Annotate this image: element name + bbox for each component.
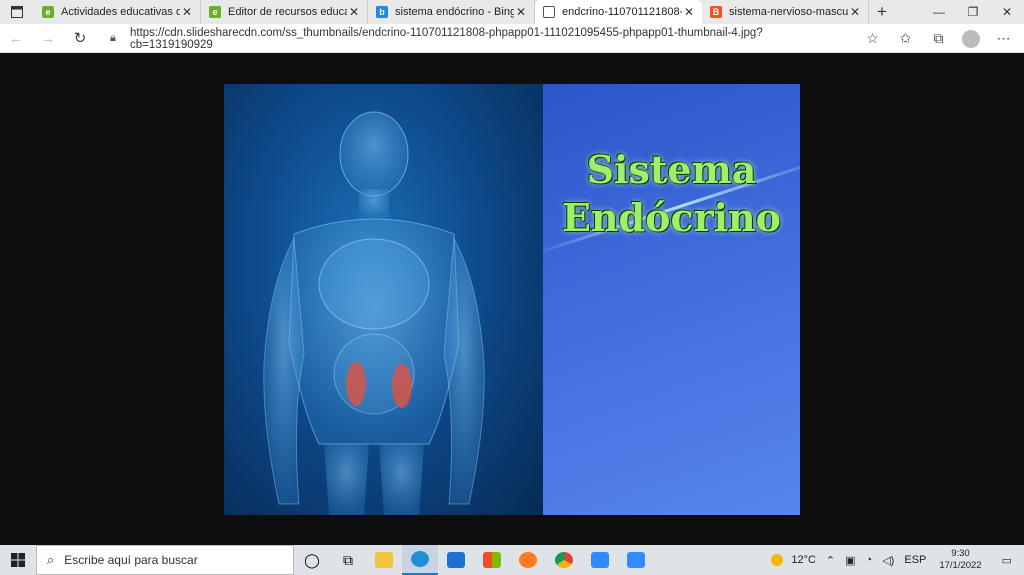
store-icon [483,552,501,568]
language-indicator[interactable]: ESP [899,554,931,566]
taskbar-search[interactable]: ⌕ Escribe aquí para buscar [36,545,294,575]
chevron-up-icon: ⌃ [825,554,836,567]
close-icon[interactable]: ✕ [514,5,528,19]
title-panel: Sistema Endócrino [543,84,800,515]
tab-actions-button[interactable] [0,0,34,24]
task-view-icon: ⧉ [343,551,353,568]
edge-icon [411,551,429,567]
tab-3[interactable]: b sistema endócrino - Bing ima ✕ [368,0,535,24]
right-kidney [392,364,412,408]
clock[interactable]: 9:30 17/1/2022 [931,548,989,572]
profile-avatar[interactable] [962,29,980,48]
close-icon[interactable]: ✕ [682,5,696,19]
weather-widget[interactable]: 12°C [766,554,821,566]
minimize-button[interactable]: — [922,0,956,24]
speaker-icon: ◁) [882,554,895,567]
add-favorite-button[interactable]: ☆ [856,24,889,53]
show-hidden-icons-button[interactable]: ⌃ [821,554,840,567]
zoom-icon [591,552,609,568]
address-bar[interactable]: 🔒︎ https://cdn.slidesharecdn.com/ss_thum… [110,26,845,51]
blogger-icon: B [710,6,722,18]
folder-icon [375,552,393,568]
edge-button[interactable] [402,545,438,575]
favorites-button[interactable]: ✩ [889,24,922,53]
windows-logo-icon [11,553,25,567]
circle-icon: ◯ [304,551,320,568]
cortana-button[interactable]: ◯ [294,545,330,575]
clock-time: 9:30 [951,548,970,559]
tab-5[interactable]: B sistema-nervioso-masculino- ✕ [702,0,869,24]
network-button[interactable]: ◔ [861,554,878,566]
window-controls: — ❐ ✕ [922,0,1024,24]
restore-button[interactable]: ❐ [956,0,990,24]
url-text: https://cdn.slidesharecdn.com/ss_thumbna… [129,26,763,51]
wifi-icon: ◔ [865,554,873,566]
tab-title: Editor de recursos educativos [228,6,347,18]
toolbar-buttons: ☆ ✩ ⧉ ⋯ [856,24,1020,53]
close-icon[interactable]: ✕ [848,5,862,19]
slide-title-line1: Sistema [586,147,757,192]
firefox-button[interactable] [510,545,546,575]
back-button[interactable]: ← [0,24,32,53]
tray-app-icon[interactable]: ▣ [840,554,860,567]
clock-date: 17/1/2022 [939,560,982,571]
human-body-figure [263,111,485,515]
windows-taskbar: ⌕ Escribe aquí para buscar ◯ ⧉ 12°C ⌃ ▣ … [0,545,1024,575]
chrome-icon [555,552,573,568]
start-button[interactable] [0,545,36,575]
settings-menu-button[interactable]: ⋯ [987,24,1020,53]
mail-button[interactable] [438,545,474,575]
slide-title: Sistema Endócrino [543,146,800,242]
document-icon [543,6,555,18]
lock-icon: 🔒︎ [110,32,116,44]
notifications-button[interactable]: ▭ [990,554,1024,567]
close-icon[interactable]: ✕ [347,5,361,19]
slide-title-line2: Endócrino [561,195,782,240]
tab-title: sistema-nervioso-masculino- [729,6,848,18]
favicon-icon: e [209,6,221,18]
file-explorer-button[interactable] [366,545,402,575]
tab-title: endcrino-110701121808-php [562,6,682,18]
zoom-meetings-button[interactable] [618,545,654,575]
favicon-icon: e [42,6,54,18]
task-view-button[interactable]: ⧉ [330,545,366,575]
forward-button[interactable]: → [32,24,64,53]
zoom-icon [627,552,645,568]
weather-temp: 12°C [791,554,816,566]
navigation-bar: ← → ↻ 🔒︎ https://cdn.slidesharecdn.com/s… [0,24,1024,53]
mail-icon [447,552,465,568]
close-window-button[interactable]: ✕ [990,0,1024,24]
chrome-button[interactable] [546,545,582,575]
close-icon[interactable]: ✕ [180,5,194,19]
left-kidney [346,362,366,406]
notification-icon: ▭ [1001,554,1012,567]
search-placeholder: Escribe aquí para buscar [64,553,198,567]
tab-actions-icon [11,6,23,18]
tab-title: Actividades educativas de PA [61,6,180,18]
search-icon: ⌕ [47,552,55,567]
volume-button[interactable]: ◁) [877,554,899,567]
zoom-button[interactable] [582,545,618,575]
human-body-illustration [224,84,543,515]
tab-4-active[interactable]: endcrino-110701121808-php ✕ [535,0,702,24]
collections-button[interactable]: ⧉ [922,24,955,53]
tab-1[interactable]: e Actividades educativas de PA ✕ [34,0,201,24]
refresh-button[interactable]: ↻ [64,24,96,53]
tab-title: sistema endócrino - Bing ima [395,6,514,18]
system-tray: 12°C ⌃ ▣ ◔ ◁) ESP 9:30 17/1/2022 ▭ [766,545,1024,575]
store-button[interactable] [474,545,510,575]
bing-icon: b [376,6,388,18]
tab-2[interactable]: e Editor de recursos educativos ✕ [201,0,368,24]
sun-icon [771,554,784,566]
firefox-icon [519,552,537,568]
slide-image: Sistema Endócrino [224,84,800,515]
page-viewport: Sistema Endócrino [0,54,1024,545]
monitor-icon: ▣ [845,554,856,567]
tab-strip: e Actividades educativas de PA ✕ e Edito… [0,0,1024,24]
new-tab-button[interactable]: + [869,0,895,24]
